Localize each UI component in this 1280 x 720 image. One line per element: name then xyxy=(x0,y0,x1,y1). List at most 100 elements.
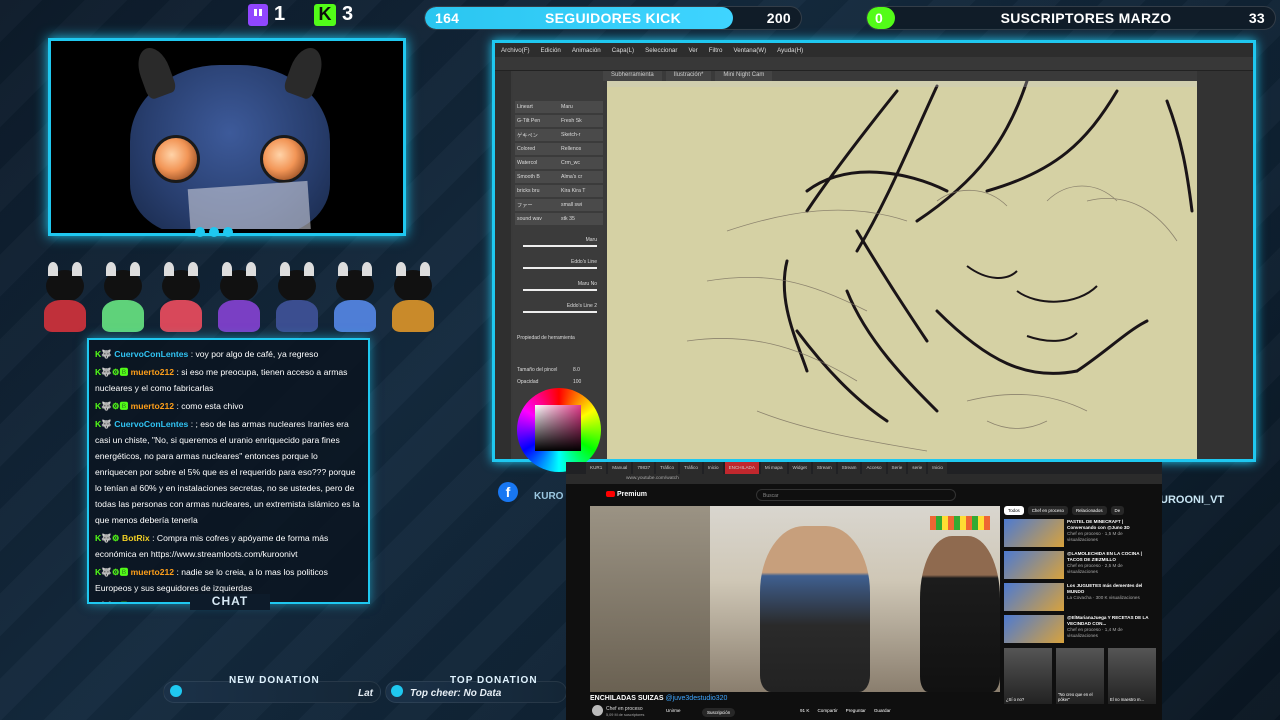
video-player[interactable] xyxy=(590,506,1000,692)
drawing-canvas[interactable] xyxy=(607,81,1197,459)
menu-item[interactable]: Ayuda(H) xyxy=(777,47,803,54)
opacity-value[interactable]: 100 xyxy=(573,379,581,385)
tool-props-title: Propiedad de herramienta xyxy=(517,335,575,341)
recommended-video[interactable]: PASTEL DE MINECRAFT | Conversando con @J… xyxy=(1004,519,1152,547)
brush-item[interactable]: sound wav xyxy=(515,213,559,225)
filter-chip[interactable]: Relacionados xyxy=(1071,506,1107,515)
recommended-video[interactable]: @LAMOLECHIDA EN LA COCINA | TACOS DE ZIE… xyxy=(1004,551,1152,579)
brush-item[interactable]: Lineart xyxy=(515,101,559,113)
art-tab[interactable]: Mini Night Cam xyxy=(715,71,773,81)
stroke-preview[interactable]: Eddo's Line xyxy=(523,259,597,269)
brush-item[interactable]: Smooth B xyxy=(515,171,559,183)
recommended-title[interactable]: @LAMOLECHIDA EN LA COCINA | TACOS DE ZIE… xyxy=(1067,551,1142,562)
youtube-logo[interactable]: Premium xyxy=(606,491,647,498)
browser-tab[interactable]: Serie xyxy=(887,462,907,474)
recommended-video[interactable]: Los JUGUETES más dementes del MUNDO La Co… xyxy=(1004,583,1152,611)
browser-tab[interactable]: KUR1 xyxy=(586,462,607,474)
channel-avatar[interactable] xyxy=(592,705,603,716)
art-app-window: Archivo(F) Edición Animación Capa(L) Selecci… xyxy=(492,40,1256,472)
channel-name[interactable]: Chef en proceso xyxy=(606,706,643,712)
browser-tab[interactable]: Inicio xyxy=(703,462,723,474)
browser-tab[interactable]: Widget xyxy=(788,462,811,474)
chat-username[interactable]: muerto212 xyxy=(131,567,174,577)
color-picker-square[interactable] xyxy=(535,405,581,451)
brush-item[interactable]: Maru xyxy=(559,101,603,113)
brush-item[interactable]: small swi xyxy=(559,199,603,211)
brush-item[interactable]: stk 35 xyxy=(559,213,603,225)
eye-right xyxy=(260,135,308,183)
video-thumbnail[interactable] xyxy=(1004,583,1064,611)
video-thumbnail[interactable] xyxy=(1004,615,1064,643)
browser-tab[interactable]: Tráfico xyxy=(656,462,678,474)
menu-item[interactable]: Edición xyxy=(541,47,561,54)
short-video[interactable]: "No creo que en el póker" xyxy=(1056,648,1104,704)
browser-tab[interactable]: Acceso xyxy=(862,462,886,474)
brush-item[interactable]: ファー xyxy=(515,199,559,211)
video-action-button[interactable]: Guardar xyxy=(874,708,891,713)
video-thumbnail[interactable] xyxy=(1004,551,1064,579)
browser-tab[interactable]: 79837 xyxy=(633,462,655,474)
brush-item[interactable]: ゲキペン xyxy=(515,129,559,141)
brush-item[interactable]: G-Tilt Pen xyxy=(515,115,559,127)
menu-item[interactable]: Ver xyxy=(688,47,697,54)
brush-item[interactable]: Rellenos xyxy=(559,143,603,155)
filter-chip[interactable]: Todos xyxy=(1004,506,1024,515)
brush-item[interactable]: Alma's cr xyxy=(559,171,603,183)
browser-tab[interactable]: Tráfico xyxy=(680,462,702,474)
recommended-title[interactable]: @ElMarianaJuega Y RECETAS DE LA VECINDAD… xyxy=(1067,615,1148,626)
short-video[interactable]: El no maestro m... xyxy=(1108,648,1156,704)
right-panel[interactable] xyxy=(1197,71,1253,459)
recommended-title[interactable]: PASTEL DE MINECRAFT | Conversando con @J… xyxy=(1067,519,1130,530)
brush-size-value[interactable]: 8.0 xyxy=(573,367,580,373)
browser-tab[interactable]: Stream xyxy=(837,462,861,474)
stroke-preview[interactable]: Eddo's Line 2 xyxy=(523,303,597,313)
brush-item[interactable]: Kira Kira T xyxy=(559,185,603,197)
youtube-sidebar[interactable] xyxy=(566,506,584,720)
chat-username[interactable]: CuervoConLentes xyxy=(114,349,188,359)
brush-item[interactable]: Colored xyxy=(515,143,559,155)
browser-tab[interactable]: Manual xyxy=(608,462,632,474)
chat-username[interactable]: muerto212 xyxy=(131,601,174,602)
browser-tab[interactable]: Stream xyxy=(812,462,836,474)
browser-tab[interactable]: serie xyxy=(908,462,927,474)
character-purple xyxy=(214,262,264,334)
chat-username[interactable]: BotRix xyxy=(122,533,150,543)
video-thumbnail[interactable] xyxy=(1004,519,1064,547)
chat-username[interactable]: muerto212 xyxy=(131,367,174,377)
chat-text: : ; eso de las armas nucleares Iraníes e… xyxy=(95,419,360,525)
filter-chip[interactable]: De xyxy=(1110,506,1125,515)
menu-item[interactable]: Seleccionar xyxy=(645,47,677,54)
art-tab[interactable]: Ilustración* xyxy=(665,71,712,81)
browser-tab[interactable]: Inicio xyxy=(928,462,947,474)
menu-item[interactable]: Filtro xyxy=(709,47,723,54)
address-bar[interactable]: www.youtube.com/watch xyxy=(566,474,1162,484)
video-action-button[interactable]: Preguntar xyxy=(846,708,866,713)
subscribe-button[interactable]: Suscripción xyxy=(702,708,736,717)
chat-username[interactable]: muerto212 xyxy=(131,401,174,411)
brush-item[interactable]: bricks bru xyxy=(515,185,559,197)
brush-item[interactable]: Crm_wc xyxy=(559,157,603,169)
menu-item[interactable]: Ventana(W) xyxy=(733,47,766,54)
recommended-video[interactable]: @ElMarianaJuega Y RECETAS DE LA VECINDAD… xyxy=(1004,615,1152,643)
chat-username[interactable]: CuervoConLentes xyxy=(114,419,188,429)
brush-item[interactable]: Fresh Sk xyxy=(559,115,603,127)
recommended-title[interactable]: Los JUGUETES más dementes del MUNDO xyxy=(1067,583,1142,594)
search-input[interactable]: Buscar xyxy=(756,489,956,501)
brush-item[interactable]: Sketch-r xyxy=(559,129,603,141)
menu-item[interactable]: Capa(L) xyxy=(612,47,634,54)
video-action-button[interactable]: Compartir xyxy=(817,708,837,713)
art-tab[interactable]: Subherramienta xyxy=(603,71,662,81)
recommended-meta: Chef en proceso · 2,5 M de visualizacion… xyxy=(1067,563,1123,574)
join-button[interactable]: Unirme xyxy=(666,708,681,713)
browser-tab[interactable]: Mi mapa xyxy=(760,462,787,474)
stroke-preview[interactable]: Maru No xyxy=(523,281,597,291)
video-action-button[interactable]: 91 K xyxy=(800,708,809,713)
browser-tab[interactable]: ENCHILADA xyxy=(724,462,759,474)
filter-chip[interactable]: Chef en proceso xyxy=(1027,506,1068,515)
short-video[interactable]: ¿Sí o no? xyxy=(1004,648,1052,704)
stroke-preview[interactable]: Maru xyxy=(523,237,597,247)
menu-item[interactable]: Animación xyxy=(572,47,601,54)
brush-item[interactable]: Watercol xyxy=(515,157,559,169)
menu-item[interactable]: Archivo(F) xyxy=(501,47,530,54)
tool-column[interactable] xyxy=(495,71,511,459)
